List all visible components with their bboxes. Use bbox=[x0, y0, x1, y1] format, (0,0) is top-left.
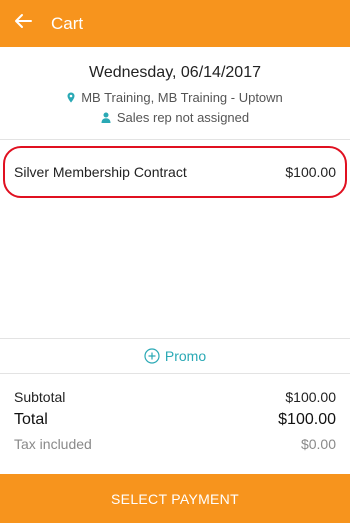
cart-item-name: Silver Membership Contract bbox=[14, 164, 187, 180]
total-row: Total $100.00 bbox=[0, 408, 350, 432]
subtotal-row: Subtotal $100.00 bbox=[0, 386, 350, 408]
plus-circle-icon bbox=[144, 348, 160, 364]
location-text: MB Training, MB Training - Uptown bbox=[81, 90, 283, 105]
back-button[interactable] bbox=[0, 0, 46, 47]
page-title: Cart bbox=[51, 13, 84, 33]
cart-item-price: $100.00 bbox=[285, 164, 336, 180]
location-row: MB Training, MB Training - Uptown bbox=[0, 90, 350, 105]
tax-value: $0.00 bbox=[300, 436, 336, 452]
cart-item[interactable]: Silver Membership Contract $100.00 bbox=[0, 146, 350, 198]
promo-button[interactable]: Promo bbox=[0, 338, 350, 374]
total-value: $100.00 bbox=[278, 411, 336, 428]
sales-rep-text: Sales rep not assigned bbox=[116, 110, 250, 125]
tax-row: Tax included $0.00 bbox=[0, 432, 350, 456]
app-header: Cart bbox=[0, 0, 350, 47]
tax-label: Tax included bbox=[14, 436, 92, 452]
sales-rep-row: Sales rep not assigned bbox=[0, 110, 350, 125]
location-pin-icon bbox=[67, 92, 75, 103]
arrow-left-icon bbox=[14, 13, 32, 34]
totals-section: Subtotal $100.00 Total $100.00 Tax inclu… bbox=[0, 386, 350, 456]
subtotal-value: $100.00 bbox=[285, 389, 336, 405]
appointment-info: Wednesday, 06/14/2017 MB Training, MB Tr… bbox=[0, 47, 350, 140]
subtotal-label: Subtotal bbox=[14, 389, 66, 405]
person-icon bbox=[101, 112, 111, 123]
appointment-date: Wednesday, 06/14/2017 bbox=[89, 64, 261, 81]
promo-label: Promo bbox=[164, 348, 207, 364]
select-payment-button[interactable]: SELECT PAYMENT bbox=[0, 474, 350, 523]
total-label: Total bbox=[14, 411, 48, 428]
